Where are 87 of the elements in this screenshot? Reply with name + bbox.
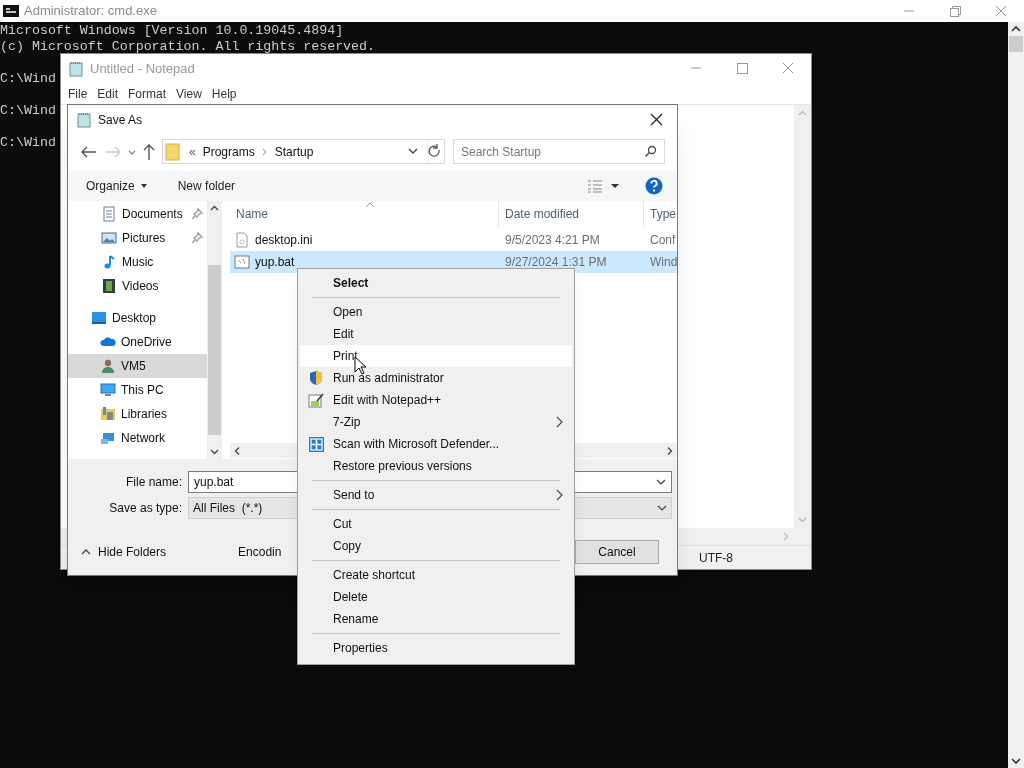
menu-item[interactable]: Run as administrator <box>300 367 572 389</box>
nav-item[interactable]: Pictures <box>68 226 207 250</box>
table-cell-text: Wind <box>649 254 677 271</box>
nav-item[interactable]: This PC <box>68 378 207 402</box>
menu-item[interactable]: Delete <box>300 586 572 608</box>
menu-item[interactable]: Restore previous versions <box>300 455 572 477</box>
menu-item[interactable]: Create shortcut <box>300 564 572 586</box>
dialog-title: Save As <box>98 111 143 129</box>
libraries-icon <box>100 406 116 422</box>
notepad-icon <box>69 60 83 77</box>
scroll-thumb[interactable] <box>1009 36 1023 52</box>
file-row[interactable]: desktop.ini 9/5/2023 4:21 PM Conf <box>230 229 677 251</box>
console-icon <box>3 5 19 17</box>
address-bar[interactable]: « Programs Startup <box>162 139 445 164</box>
new-folder-button[interactable]: New folder <box>177 177 236 195</box>
notepad-icon <box>77 111 91 128</box>
column-header[interactable]: Type <box>644 201 677 227</box>
defender-icon <box>308 435 325 453</box>
menu-item[interactable]: File <box>63 84 93 103</box>
menu-item[interactable]: View <box>171 84 207 103</box>
settings-file-icon <box>234 232 250 248</box>
console-line: (c) Microsoft Corporation. All rights reserved. <box>0 39 376 55</box>
console-line: Microsoft Windows [Version 10.0.19045.4894] <box>0 23 344 39</box>
path-overflow-button[interactable]: « <box>189 142 196 161</box>
nav-item[interactable]: OneDrive <box>68 330 207 354</box>
help-icon[interactable] <box>644 176 664 196</box>
menu-item[interactable]: Format <box>123 84 172 103</box>
path-segment[interactable]: Programs <box>202 142 255 161</box>
file-name: desktop.ini <box>255 232 313 249</box>
window-title: Untitled - Notepad <box>90 59 195 78</box>
menu-item[interactable]: Edit <box>300 323 572 345</box>
notepad-icon <box>308 391 325 409</box>
scroll-bar[interactable] <box>207 201 222 459</box>
nav-item[interactable]: Documents <box>68 202 207 226</box>
table-cell-text: 9/27/2024 1:31 PM <box>504 254 608 271</box>
table-cell-text: Conf <box>649 232 677 249</box>
field-label: Save as type: <box>108 500 183 517</box>
column-header[interactable]: Name <box>230 201 499 227</box>
menu-item[interactable]: Cut <box>300 513 572 535</box>
caret-up-icon <box>80 547 92 557</box>
nav-item[interactable]: Network <box>68 426 207 450</box>
console-line: C:\Wind <box>0 71 56 87</box>
computer-icon <box>100 382 116 398</box>
menu-item[interactable]: Scan with Microsoft Defender... <box>300 433 572 455</box>
sort-up-icon <box>365 201 375 209</box>
file-name: yup.bat <box>255 254 295 271</box>
pictures-icon <box>101 230 117 246</box>
chevron-right-icon <box>554 488 564 502</box>
console-line: C:\Wind <box>0 135 56 151</box>
documents-icon <box>101 206 117 222</box>
path-segment[interactable]: Startup <box>274 142 314 161</box>
table-cell-text: 9/5/2023 4:21 PM <box>504 232 601 249</box>
nav-item[interactable]: Desktop <box>68 306 207 330</box>
menu-item[interactable]: 7-Zip <box>300 411 572 433</box>
nav-item[interactable]: Videos <box>68 274 207 298</box>
cancel-button[interactable]: Cancel <box>575 540 659 564</box>
encoding-status: UTF-8 <box>699 549 733 567</box>
menu-item[interactable]: Edit <box>92 84 124 103</box>
menu-item[interactable]: Print <box>300 345 572 367</box>
scroll-thumb[interactable] <box>208 265 221 435</box>
nav-item[interactable]: VM5 <box>68 354 207 378</box>
menu-item[interactable]: Properties <box>300 637 572 659</box>
desktop-icon <box>91 310 107 326</box>
chevron-right-icon <box>554 415 564 429</box>
menu-item[interactable]: Open <box>300 301 572 323</box>
column-header[interactable]: Date modified <box>499 201 644 227</box>
shield-icon <box>308 369 325 387</box>
menu-item[interactable]: Send to <box>300 484 572 506</box>
search-field[interactable]: Search Startup <box>453 139 665 164</box>
menu-item[interactable]: Select <box>300 272 572 294</box>
hide-folders-button[interactable]: Hide Folders <box>80 543 167 561</box>
field-label: File name: <box>124 474 183 491</box>
network-icon <box>100 430 116 446</box>
nav-item[interactable]: Libraries <box>68 402 207 426</box>
organize-button[interactable]: Organize <box>86 177 150 195</box>
nav-item[interactable]: Music <box>68 250 207 274</box>
batch-file-icon <box>234 254 250 270</box>
menu-item[interactable]: Help <box>206 84 242 103</box>
videos-icon <box>101 278 117 294</box>
menu-item[interactable]: Rename <box>300 608 572 630</box>
user-icon <box>100 358 116 374</box>
encoding-label: Encodin <box>238 544 282 561</box>
menu-item[interactable]: Edit with Notepad++ <box>300 389 572 411</box>
scroll-bar[interactable] <box>1008 22 1024 768</box>
window-title: Administrator: cmd.exe <box>24 2 157 21</box>
console-line: C:\Wind <box>0 103 56 119</box>
menu-item[interactable]: Copy <box>300 535 572 557</box>
